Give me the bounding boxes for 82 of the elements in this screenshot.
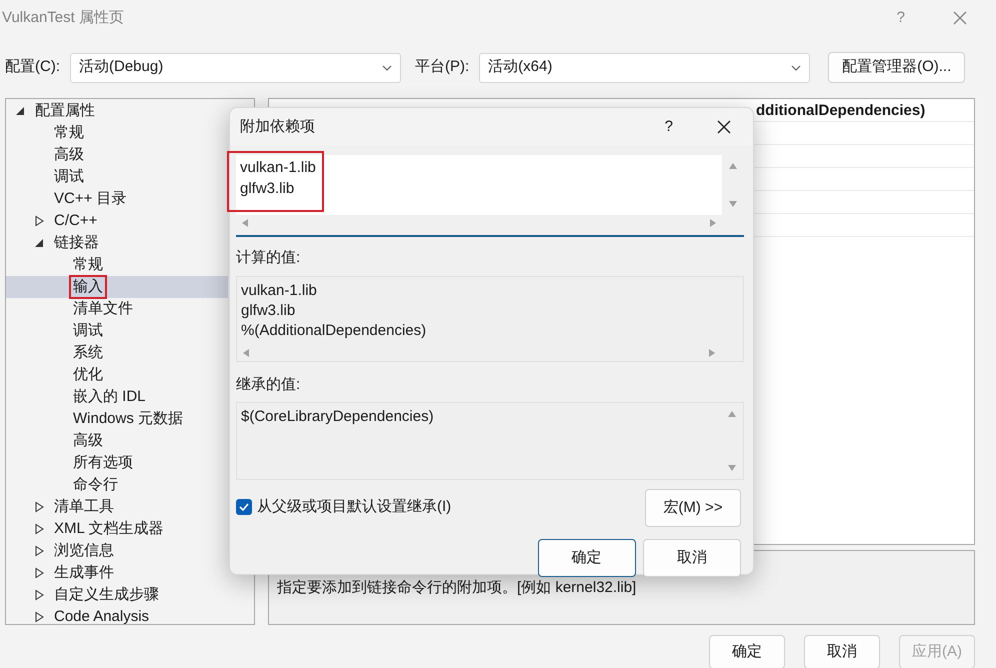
- tree-item-label: Code Analysis: [53, 607, 150, 624]
- dialog-button[interactable]: 取消: [643, 539, 741, 577]
- tree-item[interactable]: 调试: [6, 166, 228, 188]
- platform-label: 平台(P):: [415, 57, 470, 78]
- checkbox-label[interactable]: 从父级或项目默认设置继承(I): [257, 496, 452, 518]
- property-value: dditionalDependencies): [756, 101, 926, 121]
- tree-item-label: 生成事件: [53, 563, 115, 583]
- dropdown-caret-icon[interactable]: [791, 64, 802, 70]
- collapsed-arrow-icon[interactable]: [33, 545, 45, 557]
- tree-item[interactable]: 高级: [6, 144, 228, 166]
- tree-item[interactable]: 调试: [6, 320, 228, 342]
- tree-item[interactable]: 链接器: [6, 232, 228, 254]
- configuration-dropdown[interactable]: 活动(Debug): [70, 52, 401, 82]
- dialog-button[interactable]: 确定: [538, 539, 636, 577]
- close-icon[interactable]: [717, 120, 731, 134]
- tree-item-label: 系统: [72, 343, 104, 363]
- dialog-button[interactable]: 确定: [709, 635, 785, 668]
- inherited-label: 继承的值:: [236, 374, 302, 394]
- tree-item[interactable]: 系统: [6, 342, 228, 364]
- tree-item[interactable]: 自定义生成步骤: [6, 584, 228, 606]
- dropdown-caret-icon[interactable]: [382, 64, 392, 70]
- tree-item[interactable]: C/C++: [6, 210, 228, 232]
- tree-item[interactable]: 浏览信息: [6, 540, 228, 562]
- tree-item[interactable]: 输入: [6, 276, 228, 298]
- computed-values-text: vulkan-1.lib glfw3.lib %(AdditionalDependencies): [240, 280, 428, 340]
- tree-item-label: 命令行: [72, 475, 119, 495]
- collapsed-arrow-icon[interactable]: [33, 501, 45, 513]
- tree-item[interactable]: 清单工具: [6, 496, 228, 518]
- tree-item[interactable]: VC++ 目录: [6, 188, 228, 210]
- dialog-button[interactable]: 取消: [804, 635, 880, 668]
- tree-item[interactable]: 常规: [6, 254, 228, 276]
- dependencies-field[interactable]: vulkan-1.lib glfw3.lib: [236, 155, 722, 215]
- tree-item-label: 调试: [72, 321, 104, 341]
- tree-item[interactable]: 所有选项: [6, 452, 228, 474]
- tree-item-label: 嵌入的 IDL: [72, 387, 147, 407]
- collapsed-arrow-icon[interactable]: [33, 589, 45, 601]
- tree-item-label: 常规: [72, 255, 104, 275]
- tree-item-label: XML 文档生成器: [53, 519, 164, 539]
- tree-item-label: 高级: [72, 431, 104, 451]
- dialog-title: 附加依赖项: [240, 116, 315, 137]
- config-manager-button[interactable]: 配置管理器(O)...: [828, 52, 966, 83]
- tree-item[interactable]: 清单文件: [6, 298, 228, 320]
- tree-item[interactable]: 生成事件: [6, 562, 228, 584]
- configuration-label: 配置(C):: [5, 57, 60, 78]
- tree-item[interactable]: 命令行: [6, 474, 228, 496]
- tree-item[interactable]: Code Analysis: [6, 606, 228, 624]
- help-button[interactable]: ?: [664, 116, 673, 138]
- tree-item[interactable]: 常规: [6, 122, 228, 144]
- collapsed-arrow-icon[interactable]: [33, 567, 45, 579]
- tree-item-label: 链接器: [53, 233, 100, 253]
- expanded-arrow-icon[interactable]: [14, 105, 26, 117]
- window-title: VulkanTest 属性页: [1, 8, 124, 28]
- tree-item-label: 高级: [53, 145, 85, 165]
- macros-button[interactable]: 宏(M) >>: [645, 489, 741, 527]
- tree-item-label: 输入: [71, 277, 105, 297]
- tree-item-label: Windows 元数据: [72, 409, 184, 429]
- expanded-arrow-icon[interactable]: [33, 237, 45, 249]
- tree-item[interactable]: XML 文档生成器: [6, 518, 228, 540]
- collapsed-arrow-icon[interactable]: [33, 523, 45, 535]
- tree-item-label: 调试: [53, 167, 85, 187]
- tree-item-label: C/C++: [53, 211, 98, 231]
- inherit-checkbox[interactable]: [236, 499, 252, 516]
- tree-item[interactable]: Windows 元数据: [6, 408, 228, 430]
- tree-item[interactable]: 优化: [6, 364, 228, 386]
- tree-item-label: 清单文件: [72, 299, 134, 319]
- tree-item[interactable]: 嵌入的 IDL: [6, 386, 228, 408]
- inherited-values-text: $(CoreLibraryDependencies): [240, 407, 435, 427]
- tree-item[interactable]: 配置属性: [6, 100, 228, 122]
- tree-item-label: 浏览信息: [53, 541, 115, 561]
- tree-item[interactable]: 高级: [6, 430, 228, 452]
- tree-item-label: 配置属性: [34, 101, 96, 121]
- platform-dropdown[interactable]: 活动(x64): [479, 52, 810, 82]
- collapsed-arrow-icon[interactable]: [33, 215, 45, 227]
- tree-item-label: 清单工具: [53, 497, 115, 517]
- tree-item-label: VC++ 目录: [53, 189, 128, 209]
- computed-label: 计算的值:: [236, 248, 302, 268]
- tree-item-label: 所有选项: [72, 453, 134, 473]
- description-text: 指定要添加到链接命令行的附加项。[例如 kernel32.lib]: [277, 579, 636, 596]
- tree-item-label: 自定义生成步骤: [53, 585, 160, 605]
- tree-item-label: 常规: [53, 123, 85, 143]
- tree-item-label: 优化: [72, 365, 104, 385]
- collapsed-arrow-icon[interactable]: [33, 611, 45, 623]
